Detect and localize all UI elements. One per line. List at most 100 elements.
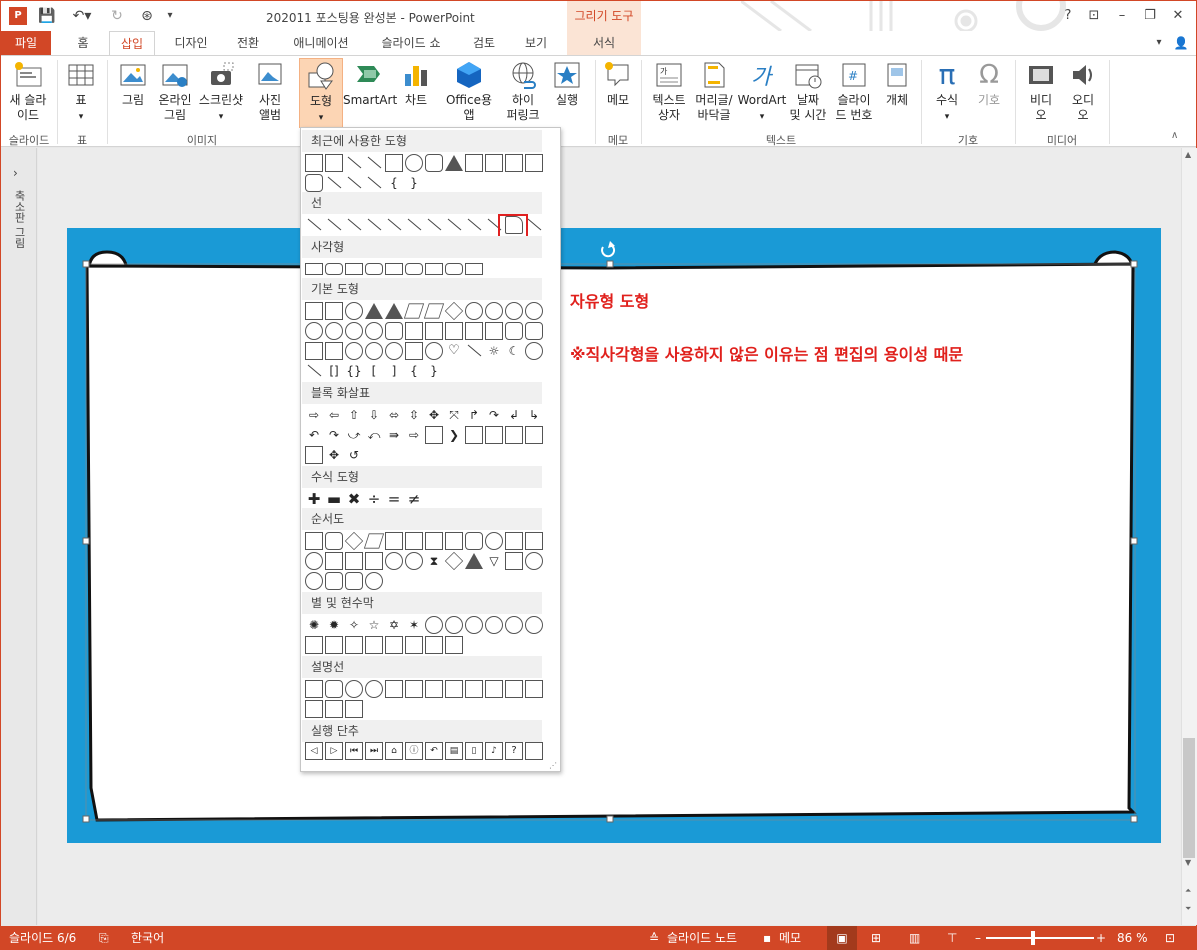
action-info-icon[interactable]: ⓘ (405, 742, 423, 760)
shape-item[interactable] (405, 636, 423, 654)
shape-item[interactable] (525, 154, 543, 172)
shape-item[interactable] (305, 680, 323, 698)
shape-item[interactable] (325, 680, 343, 698)
tab-slideshow[interactable]: 슬라이드 쇼 (369, 31, 453, 55)
shape-item[interactable] (505, 154, 523, 172)
minimize-icon[interactable]: – (1111, 7, 1133, 25)
minus-shape-icon[interactable]: ▬ (325, 490, 343, 508)
shape-item[interactable]: ☆ (365, 616, 383, 634)
shape-item[interactable]: ✧ (345, 616, 363, 634)
not-equal-shape-icon[interactable]: ≠ (405, 490, 423, 508)
equal-shape-icon[interactable]: = (385, 490, 403, 508)
datetime-button[interactable]: 날짜 및 시간 (787, 60, 829, 123)
tab-view[interactable]: 보기 (515, 31, 557, 55)
shape-item[interactable]: {} (345, 362, 363, 380)
plus-shape-icon[interactable]: ✚ (305, 490, 323, 508)
shape-item[interactable] (485, 532, 503, 550)
shape-item[interactable] (363, 533, 385, 549)
new-slide-button[interactable]: 새 슬라 이드 (5, 60, 51, 123)
resize-grip-icon[interactable]: ⋰ (549, 761, 557, 770)
textbox-button[interactable]: 가 텍스트 상자 (649, 60, 689, 123)
shape-item[interactable]: ↲ (505, 406, 523, 424)
slide-sorter-icon[interactable]: ⊞ (871, 926, 881, 950)
shape-item[interactable]: ❯ (445, 426, 463, 444)
shape-item[interactable] (345, 342, 363, 360)
shape-item[interactable]: [] (325, 362, 343, 380)
shape-item[interactable] (305, 342, 323, 360)
shape-item[interactable]: } (405, 174, 423, 192)
normal-view-icon[interactable]: ▣ (827, 926, 857, 950)
shape-item[interactable] (405, 263, 423, 275)
shape-item[interactable] (345, 572, 363, 590)
shape-item[interactable] (465, 263, 483, 275)
shape-item[interactable] (445, 155, 463, 171)
shape-item[interactable] (525, 302, 543, 320)
shape-item[interactable]: ⇳ (405, 406, 423, 424)
shape-item[interactable] (485, 302, 503, 320)
shape-item[interactable] (465, 216, 483, 234)
language-indicator[interactable]: 한국어 (131, 926, 164, 950)
expand-thumbnails-icon[interactable]: › (13, 166, 18, 180)
shape-item[interactable] (465, 426, 483, 444)
zoom-slider[interactable] (986, 937, 1094, 939)
tab-file[interactable]: 파일 (1, 31, 51, 55)
sun-shape-icon[interactable]: ☼ (485, 342, 503, 360)
shape-item[interactable]: ✹ (325, 616, 343, 634)
shapes-button[interactable]: 도형 ▾ (299, 58, 343, 128)
shape-item[interactable] (365, 303, 383, 319)
office-apps-button[interactable]: Office용 앱 (445, 60, 493, 123)
shape-item[interactable] (445, 322, 463, 340)
notes-button[interactable]: 슬라이드 노트 (667, 926, 737, 950)
shape-item[interactable]: ⇨ (405, 426, 423, 444)
action-back-icon[interactable]: ◁ (305, 742, 323, 760)
shape-item[interactable] (465, 616, 483, 634)
wordart-button[interactable]: 가 WordArt ▾ (737, 60, 787, 125)
heart-shape-icon[interactable]: ♡ (445, 342, 463, 360)
ribbon-display-options-icon[interactable]: ⊡ (1083, 7, 1105, 25)
moon-shape-icon[interactable]: ☾ (505, 342, 523, 360)
shape-item[interactable] (425, 426, 443, 444)
shape-item[interactable] (505, 616, 523, 634)
shape-item[interactable] (405, 216, 423, 234)
shape-item[interactable] (305, 302, 323, 320)
divide-shape-icon[interactable]: ÷ (365, 490, 383, 508)
shape-item[interactable] (485, 154, 503, 172)
shape-item[interactable] (325, 342, 343, 360)
shape-item[interactable] (403, 303, 425, 319)
shape-item[interactable] (365, 342, 383, 360)
shape-item[interactable] (325, 552, 343, 570)
shape-item[interactable] (365, 552, 383, 570)
zoom-slider-thumb[interactable] (1031, 931, 1035, 945)
redo-icon[interactable]: ↻ (107, 7, 127, 25)
shape-item[interactable] (425, 216, 443, 234)
shape-item[interactable]: ⤺ (365, 426, 383, 444)
shape-item[interactable] (465, 302, 483, 320)
shape-item[interactable] (465, 322, 483, 340)
shape-item[interactable] (405, 532, 423, 550)
shape-item[interactable] (345, 263, 363, 275)
shape-item[interactable] (525, 552, 543, 570)
shape-item[interactable] (345, 680, 363, 698)
zoom-in-icon[interactable]: + (1096, 926, 1106, 950)
shape-item[interactable] (445, 532, 463, 550)
tab-animations[interactable]: 애니메이션 (283, 31, 359, 55)
shape-item[interactable] (505, 322, 523, 340)
shape-item[interactable]: ⇦ (325, 406, 343, 424)
chart-button[interactable]: 차트 (399, 60, 433, 108)
cloud-shape-icon[interactable] (525, 342, 543, 360)
online-picture-button[interactable]: 온라인 그림 (155, 60, 195, 123)
tab-insert[interactable]: 삽입 (109, 31, 155, 56)
close-icon[interactable]: ✕ (1167, 7, 1189, 25)
shape-item[interactable]: ↷ (485, 406, 503, 424)
shape-item[interactable] (445, 616, 463, 634)
shape-item[interactable] (325, 532, 343, 550)
shape-item[interactable]: ⇨ (305, 406, 323, 424)
shape-item[interactable] (365, 636, 383, 654)
tab-format[interactable]: 서식 (567, 31, 641, 55)
shape-item[interactable] (405, 680, 423, 698)
shape-item[interactable] (425, 616, 443, 634)
shape-item[interactable]: [ (365, 362, 383, 380)
video-button[interactable]: 비디 오 (1023, 60, 1059, 123)
shape-item[interactable]: ⇩ (365, 406, 383, 424)
action-return-icon[interactable]: ↶ (425, 742, 443, 760)
